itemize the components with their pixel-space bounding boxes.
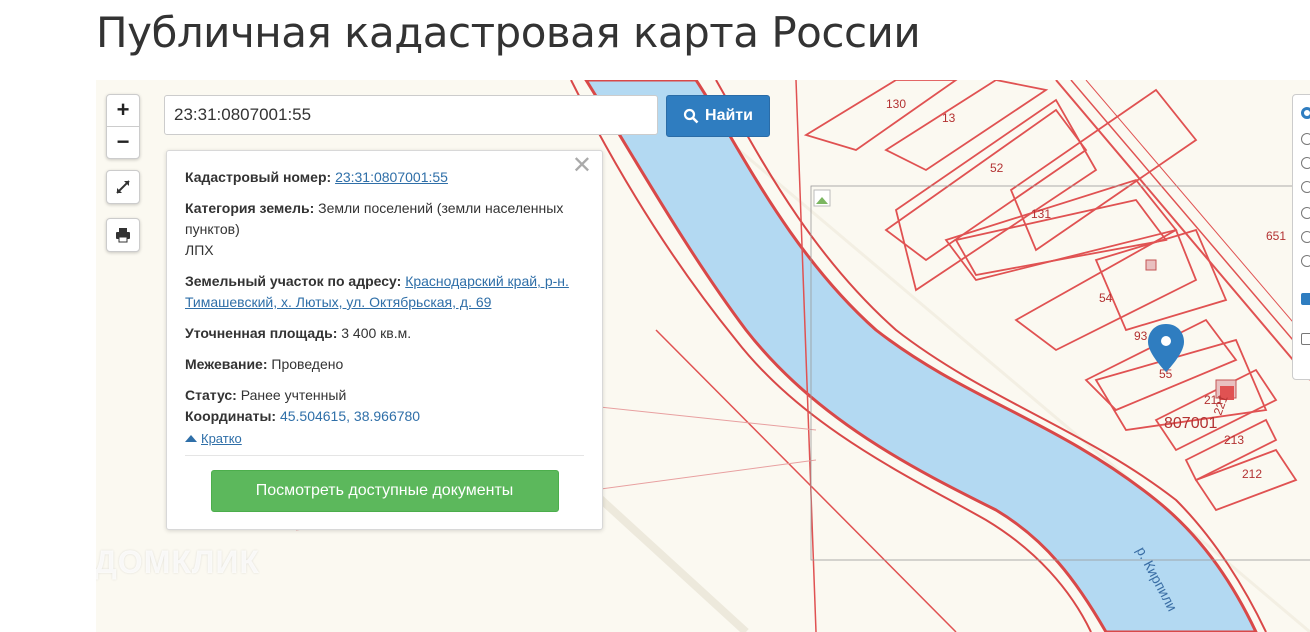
- print-button[interactable]: [106, 218, 140, 252]
- brief-label: Кратко: [201, 430, 242, 446]
- layer-radio[interactable]: [1301, 231, 1310, 243]
- status-label: Статус:: [185, 387, 237, 403]
- land-use-value: ЛПХ: [185, 242, 214, 258]
- zoom-in-button[interactable]: +: [107, 95, 139, 126]
- quarter-label: 807001: [1164, 415, 1217, 432]
- land-category-row: Категория земель: Земли поселений (земли…: [185, 198, 584, 261]
- cadastral-number-label: Кадастровый номер:: [185, 169, 332, 185]
- parcel-label: 213: [1224, 433, 1244, 447]
- page-title: Публичная кадастровая карта России: [96, 8, 921, 57]
- parcel-label: 130: [886, 97, 906, 111]
- coordinates-row: Координаты: 45.504615, 38.966780: [185, 406, 584, 427]
- close-icon[interactable]: ✕: [572, 154, 592, 178]
- zoom-control: + −: [106, 94, 140, 159]
- parcel-label: 93: [1134, 329, 1148, 343]
- status-row: Статус: Ранее учтенный: [185, 385, 584, 406]
- parcel-label: 54: [1099, 291, 1113, 305]
- search-button-label: Найти: [705, 107, 753, 124]
- parcel-label: 651: [1266, 229, 1286, 243]
- layer-radio[interactable]: [1301, 255, 1310, 267]
- address-label: Земельный участок по адресу:: [185, 273, 402, 289]
- watermark-text: ДОМКЛИК: [96, 543, 260, 580]
- coordinates-value: 45.504615, 38.966780: [279, 408, 421, 424]
- status-value: Ранее учтенный: [240, 387, 347, 403]
- parcel-info-panel: ✕ Кадастровый номер: 23:31:0807001:55 Ка…: [166, 150, 603, 530]
- coordinates-label: Координаты:: [185, 408, 277, 424]
- location-marker-icon[interactable]: [1148, 324, 1184, 372]
- cadastral-map[interactable]: 130 13 52 131 54 93 55 211 221 213 212 6…: [96, 80, 1310, 632]
- fullscreen-button[interactable]: [106, 170, 140, 204]
- area-value: 3 400 кв.м.: [341, 325, 412, 341]
- layer-radio[interactable]: [1301, 207, 1310, 219]
- expand-icon: [116, 180, 130, 194]
- cadastral-number-row: Кадастровый номер: 23:31:0807001:55: [185, 167, 584, 188]
- watermark: ДОМКЛИК: [96, 542, 260, 582]
- land-category-label: Категория земель:: [185, 200, 315, 216]
- parcel-label: 131: [1031, 207, 1051, 221]
- survey-row: Межевание: Проведено: [185, 354, 584, 375]
- parcel-label: 52: [990, 161, 1004, 175]
- area-row: Уточненная площадь: 3 400 кв.м.: [185, 323, 584, 344]
- caret-up-icon: [185, 435, 197, 442]
- zoom-out-button[interactable]: −: [107, 126, 139, 158]
- layer-radio[interactable]: [1301, 181, 1310, 193]
- print-icon: [116, 228, 130, 243]
- parcel-label: 13: [942, 111, 956, 125]
- view-documents-button[interactable]: Посмотреть доступные документы: [210, 469, 559, 512]
- divider: [185, 454, 584, 456]
- survey-value: Проведено: [271, 356, 344, 372]
- brief-toggle[interactable]: Кратко: [185, 428, 242, 449]
- search-button[interactable]: Найти: [666, 95, 770, 137]
- address-row: Земельный участок по адресу: Краснодарск…: [185, 271, 584, 313]
- parcel-label: 212: [1242, 467, 1262, 481]
- survey-label: Межевание:: [185, 356, 268, 372]
- layers-panel: [1292, 94, 1310, 380]
- search-icon: [683, 108, 699, 124]
- brief-row: Кратко: [185, 427, 584, 449]
- layer-radio[interactable]: [1301, 133, 1310, 145]
- layer-checkbox[interactable]: [1301, 333, 1310, 345]
- area-label: Уточненная площадь:: [185, 325, 338, 341]
- cadastral-number-link[interactable]: 23:31:0807001:55: [335, 169, 448, 185]
- layer-radio[interactable]: [1301, 107, 1310, 119]
- cadastral-search-input[interactable]: [164, 95, 658, 135]
- layer-checkbox[interactable]: [1301, 293, 1310, 305]
- broken-image-icon: [813, 189, 831, 207]
- layer-radio[interactable]: [1301, 157, 1310, 169]
